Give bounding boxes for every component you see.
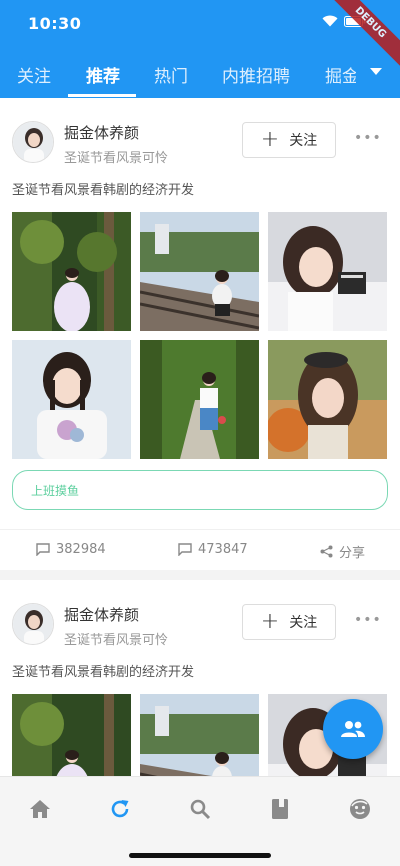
post-header: 掘金体养颜 圣诞节看风景可怜 + 关注 ••• — [0, 98, 400, 182]
wifi-icon — [322, 15, 338, 27]
avatar[interactable] — [12, 121, 54, 163]
post-actions: 382984 473847 分享 — [0, 529, 400, 570]
post-username[interactable]: 掘金体养颜 — [64, 604, 139, 625]
comment-icon — [36, 543, 50, 556]
plus-icon: + — [260, 609, 280, 634]
home-icon[interactable] — [28, 797, 52, 821]
avatar[interactable] — [12, 603, 54, 645]
post-image[interactable] — [140, 212, 259, 331]
post-image[interactable] — [140, 694, 259, 776]
plus-icon: + — [260, 127, 280, 152]
like-count[interactable]: 473847 — [178, 542, 248, 557]
follow-button-label: 关注 — [289, 133, 318, 149]
tab-recommended[interactable]: 推荐 — [86, 62, 120, 87]
more-options-icon[interactable]: ••• — [354, 612, 382, 628]
message-icon — [178, 543, 192, 556]
post-image-grid — [0, 212, 400, 459]
follow-button[interactable]: + 关注 — [242, 604, 336, 640]
follow-button-label: 关注 — [289, 615, 318, 631]
post-image[interactable] — [140, 340, 259, 459]
home-indicator — [129, 853, 271, 858]
share-icon — [320, 545, 333, 558]
post-username[interactable]: 掘金体养颜 — [64, 122, 139, 143]
more-options-icon[interactable]: ••• — [354, 130, 382, 146]
search-icon[interactable] — [188, 797, 212, 821]
tab-indicator — [68, 94, 136, 97]
topic-tag[interactable]: 上班摸鱼 — [12, 470, 388, 510]
status-bar: 10:30 DEBUG — [0, 0, 400, 69]
comment-count[interactable]: 382984 — [36, 542, 106, 557]
chevron-down-icon[interactable] — [370, 68, 382, 75]
post-user-signature: 圣诞节看风景可怜 — [64, 633, 169, 648]
tab-juejin[interactable]: 掘金 — [325, 62, 356, 87]
like-count-label: 473847 — [198, 542, 248, 557]
post-image[interactable] — [12, 340, 131, 459]
tab-referral-jobs[interactable]: 内推招聘 — [222, 62, 290, 87]
profile-face-icon[interactable] — [348, 797, 372, 821]
post-image[interactable] — [268, 340, 387, 459]
app-header: 10:30 DEBUG 关注 推荐 热门 内推招聘 掘金 — [0, 0, 400, 98]
post-image[interactable] — [12, 212, 131, 331]
group-icon — [341, 721, 365, 737]
refresh-icon[interactable] — [108, 797, 132, 821]
share-button[interactable]: 分享 — [320, 542, 365, 561]
post-card: 掘金体养颜 圣诞节看风景可怜 + 关注 ••• 圣诞节看风景看韩剧的经济开发 — [0, 98, 400, 570]
bottom-nav — [0, 776, 400, 866]
tab-hot[interactable]: 热门 — [154, 62, 188, 87]
post-header: 掘金体养颜 圣诞节看风景可怜 + 关注 ••• — [0, 580, 400, 664]
fab-group-button[interactable] — [323, 699, 383, 759]
book-icon[interactable] — [268, 797, 292, 821]
post-image[interactable] — [268, 212, 387, 331]
tab-bar: 关注 推荐 热门 内推招聘 掘金 — [0, 50, 400, 98]
share-label: 分享 — [339, 546, 366, 561]
tab-following[interactable]: 关注 — [17, 62, 51, 87]
follow-button[interactable]: + 关注 — [242, 122, 336, 158]
comment-count-label: 382984 — [56, 542, 106, 557]
post-text: 圣诞节看风景看韩剧的经济开发 — [12, 183, 195, 198]
post-image[interactable] — [12, 694, 131, 776]
post-user-signature: 圣诞节看风景可怜 — [64, 151, 169, 166]
feed-list[interactable]: 掘金体养颜 圣诞节看风景可怜 + 关注 ••• 圣诞节看风景看韩剧的经济开发 上… — [0, 98, 400, 776]
status-time: 10:30 — [28, 14, 82, 33]
post-text: 圣诞节看风景看韩剧的经济开发 — [12, 665, 195, 680]
